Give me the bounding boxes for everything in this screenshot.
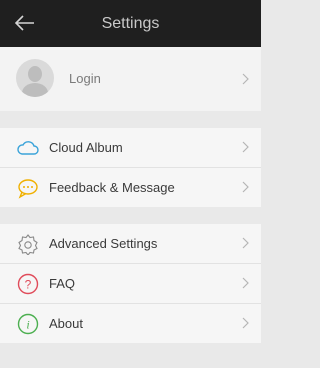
page-title: Settings — [101, 15, 160, 32]
login-label: Login — [69, 71, 101, 86]
gear-icon — [18, 234, 38, 255]
list-item-feedback[interactable]: Feedback & Message — [0, 168, 261, 207]
svg-text:?: ? — [25, 278, 32, 292]
list-item-advanced-settings[interactable]: Advanced Settings — [0, 224, 261, 263]
question-icon: ? — [17, 273, 39, 295]
chevron-right-icon — [242, 317, 249, 329]
list-item-about[interactable]: i About — [0, 304, 261, 343]
list-item-cloud-album[interactable]: Cloud Album — [0, 128, 261, 167]
svg-text:i: i — [26, 318, 29, 332]
list-item-label: Cloud Album — [49, 140, 123, 155]
chevron-right-icon — [242, 181, 249, 193]
list-item-faq[interactable]: ? FAQ — [0, 264, 261, 303]
list-item-label: About — [49, 316, 83, 331]
app-header: Settings — [0, 0, 261, 47]
avatar — [16, 59, 54, 97]
cloud-icon — [17, 141, 39, 155]
chevron-right-icon — [242, 277, 249, 289]
list-item-label: FAQ — [49, 276, 76, 291]
list-item-label: Feedback & Message — [49, 180, 175, 195]
info-icon: i — [17, 313, 39, 335]
chevron-right-icon — [242, 237, 249, 249]
chevron-right-icon — [242, 141, 249, 153]
login-row[interactable]: Login — [0, 47, 261, 111]
list-item-label: Advanced Settings — [49, 236, 158, 251]
chat-icon — [18, 179, 38, 199]
chevron-right-icon — [242, 73, 249, 85]
